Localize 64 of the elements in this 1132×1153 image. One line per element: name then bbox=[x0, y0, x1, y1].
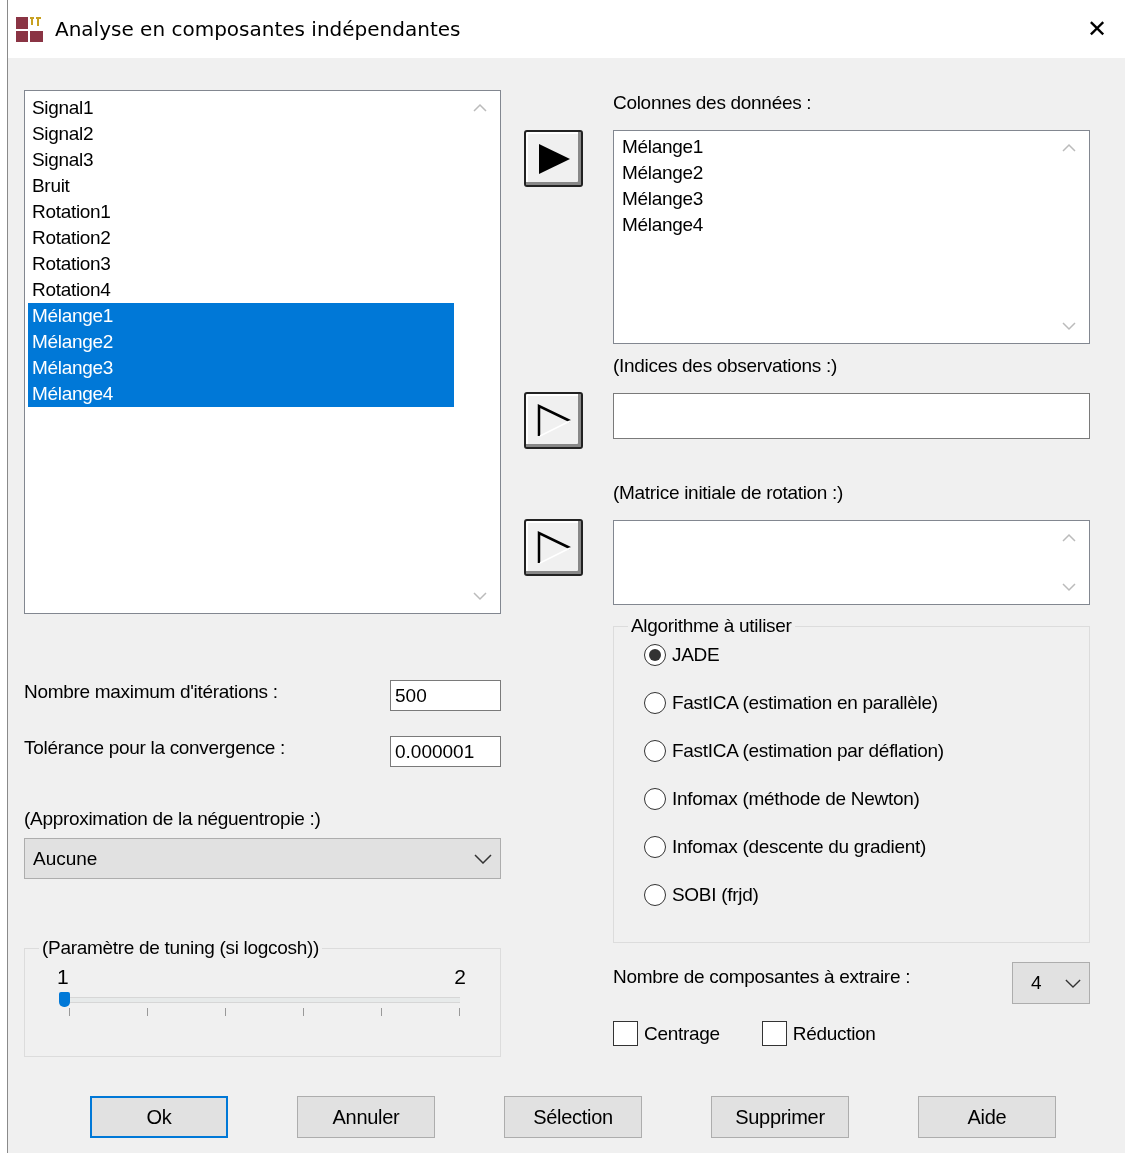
scroll-down-icon[interactable] bbox=[1061, 582, 1077, 592]
slider-min-label: 1 bbox=[57, 965, 69, 989]
components-dropdown[interactable]: 4 bbox=[1012, 962, 1090, 1004]
dialog-button[interactable]: Ok bbox=[90, 1096, 228, 1138]
checkbox-option[interactable]: Réduction bbox=[761, 1021, 876, 1046]
list-item[interactable]: Rotation1 bbox=[28, 199, 454, 225]
app-icon bbox=[15, 15, 45, 43]
group-title: Algorithme à utiliser bbox=[630, 615, 793, 637]
scroll-up-icon[interactable] bbox=[1061, 533, 1077, 543]
dialog-button[interactable]: Annuler bbox=[297, 1096, 435, 1138]
add-button[interactable] bbox=[524, 130, 583, 187]
add-button[interactable] bbox=[524, 519, 583, 576]
iterations-field[interactable]: 500 bbox=[390, 680, 501, 711]
slider-thumb[interactable] bbox=[59, 992, 70, 1007]
list-item[interactable]: Bruit bbox=[28, 173, 454, 199]
list-item[interactable]: Mélange4 bbox=[28, 381, 454, 407]
radio-option[interactable]: FastICA (estimation par déflation) bbox=[644, 727, 1073, 775]
radio-option[interactable]: Infomax (méthode de Newton) bbox=[644, 775, 1073, 823]
window-title: Analyse en composantes indépendantes bbox=[55, 17, 461, 41]
negentropy-dropdown[interactable]: Aucune bbox=[24, 838, 501, 879]
checkbox-option[interactable]: Centrage bbox=[613, 1021, 720, 1046]
field-label: (Matrice initiale de rotation :) bbox=[613, 482, 845, 504]
slider-max-label: 2 bbox=[454, 965, 466, 989]
dialog-button[interactable]: Aide bbox=[918, 1096, 1056, 1138]
list-item[interactable]: Rotation3 bbox=[28, 251, 454, 277]
dialog-button[interactable]: Supprimer bbox=[711, 1096, 849, 1138]
scroll-up-icon[interactable] bbox=[1061, 143, 1077, 153]
chevron-down-icon bbox=[1065, 978, 1081, 988]
indices-field[interactable] bbox=[613, 393, 1090, 439]
list-item[interactable]: Signal3 bbox=[28, 147, 454, 173]
list-item[interactable]: Mélange2 bbox=[28, 329, 454, 355]
triangle-outline-icon bbox=[535, 530, 572, 565]
list-item[interactable]: Mélange1 bbox=[28, 303, 454, 329]
variable-list[interactable]: Signal1 Signal2 Signal3 Bruit Rotation1 Rotation2 Rotation3 Rotation4 Mélange1 Mélange2 Mélange3 Mélange4 bbox=[24, 90, 501, 614]
list-item[interactable]: Rotation4 bbox=[28, 277, 454, 303]
radio-option[interactable]: Infomax (descente du gradient) bbox=[644, 823, 1073, 871]
field-label: (Approximation de la néguentropie :) bbox=[24, 808, 322, 830]
scroll-down-icon[interactable] bbox=[1061, 321, 1077, 331]
list-item[interactable]: Signal1 bbox=[28, 95, 454, 121]
field-label: Tolérance pour la convergence : bbox=[24, 736, 286, 759]
tolerance-field[interactable]: 0.000001 bbox=[390, 736, 501, 767]
list-item[interactable]: Mélange3 bbox=[28, 355, 454, 381]
list-item[interactable]: Mélange3 bbox=[618, 186, 1043, 212]
scroll-up-icon[interactable] bbox=[472, 103, 488, 113]
scroll-down-icon[interactable] bbox=[472, 591, 488, 601]
list-item[interactable]: Signal2 bbox=[28, 121, 454, 147]
rotation-matrix-list[interactable] bbox=[613, 520, 1090, 605]
group-title: (Paramètre de tuning (si logcosh)) bbox=[41, 937, 321, 959]
triangle-outline-icon bbox=[535, 403, 572, 438]
field-label: Nombre de composantes à extraire : bbox=[613, 966, 911, 988]
list-item[interactable]: Rotation2 bbox=[28, 225, 454, 251]
add-button[interactable] bbox=[524, 392, 583, 449]
list-item[interactable]: Mélange1 bbox=[618, 134, 1043, 160]
field-label: Colonnes des données : bbox=[613, 92, 813, 114]
list-item[interactable]: Mélange4 bbox=[618, 212, 1043, 238]
radio-option[interactable]: SOBI (frjd) bbox=[644, 871, 1073, 919]
radio-option[interactable]: FastICA (estimation en parallèle) bbox=[644, 679, 1073, 727]
field-label: (Indices des observations :) bbox=[613, 355, 838, 377]
field-label: Nombre maximum d'itérations : bbox=[24, 680, 278, 703]
close-button[interactable]: ✕ bbox=[1078, 15, 1115, 43]
list-item[interactable]: Mélange2 bbox=[618, 160, 1043, 186]
chevron-down-icon bbox=[474, 853, 492, 864]
dialog-button[interactable]: Sélection bbox=[504, 1096, 642, 1138]
column-list[interactable]: Mélange1 Mélange2 Mélange3 Mélange4 bbox=[613, 130, 1090, 344]
